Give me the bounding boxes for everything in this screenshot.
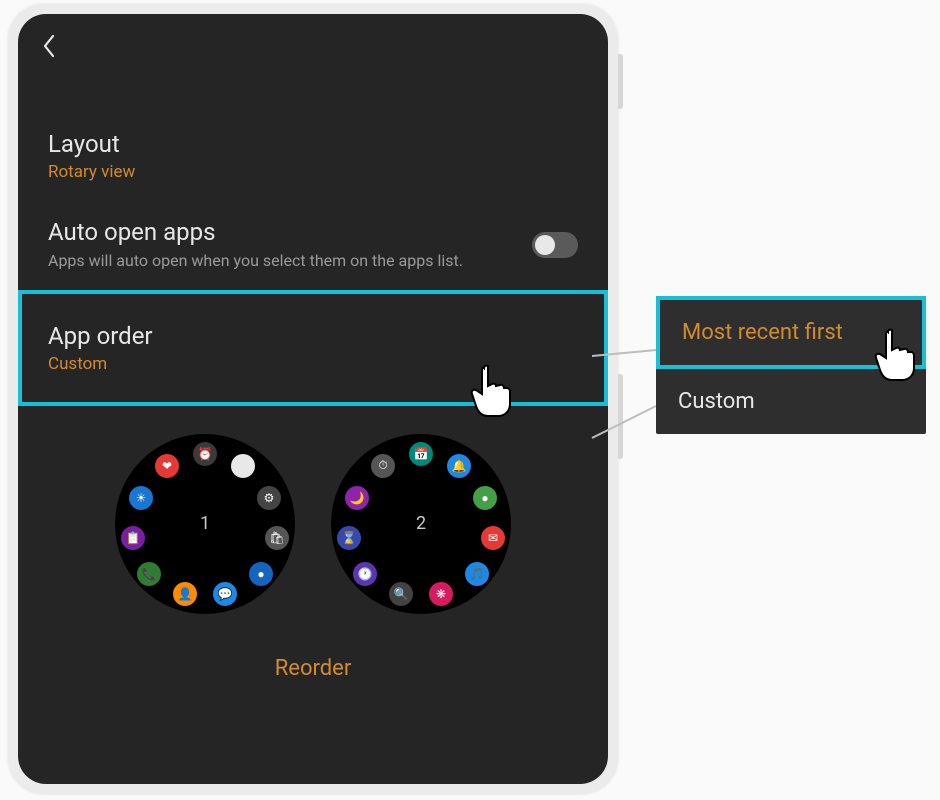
app-order-setting-row[interactable]: App order Custom <box>18 290 608 406</box>
watch-face-1[interactable]: 1 ⏰ ⚙ 🛍 ● 💬 👤 📞 📋 ☀ ❤ <box>115 434 295 614</box>
app-icon: ⌛ <box>337 526 361 550</box>
auto-open-toggle[interactable] <box>532 232 578 258</box>
app-icon: ● <box>473 486 497 510</box>
auto-open-setting-row[interactable]: Auto open apps Apps will auto open when … <box>18 200 608 290</box>
phone-frame: Layout Rotary view Auto open apps Apps w… <box>8 4 618 794</box>
app-icon: 📞 <box>137 562 161 586</box>
app-icon: ✉ <box>481 526 505 550</box>
app-icon: 🕐 <box>353 562 377 586</box>
app-icon: 🔔 <box>447 454 471 478</box>
auto-open-desc: Apps will auto open when you select them… <box>48 250 516 272</box>
app-order-popup: Most recent first Custom <box>656 296 926 434</box>
app-icon: ⏱ <box>371 454 395 478</box>
watch-face-2[interactable]: 2 📅 🔔 ● ✉ 🎵 ❋ 🔍 🕐 ⌛ 🌙 ⏱ <box>331 434 511 614</box>
phone-screen: Layout Rotary view Auto open apps Apps w… <box>18 14 608 784</box>
app-icon: 💬 <box>213 582 237 606</box>
watch-layouts-preview: 1 ⏰ ⚙ 🛍 ● 💬 👤 📞 📋 ☀ ❤ 2 📅 🔔 <box>18 406 608 632</box>
pointer-hand-icon <box>466 364 514 420</box>
phone-side-button <box>618 374 623 459</box>
watch-page-label: 1 <box>200 513 210 534</box>
header <box>18 14 608 72</box>
app-order-title: App order <box>48 322 578 350</box>
app-icon: 🛍 <box>265 526 289 550</box>
app-icon: ❤ <box>155 454 179 478</box>
chevron-left-icon <box>42 34 56 58</box>
app-icon: 📋 <box>121 526 145 550</box>
settings-list: Layout Rotary view Auto open apps Apps w… <box>18 72 608 689</box>
back-button[interactable] <box>42 34 584 62</box>
reorder-label: Reorder <box>275 656 352 681</box>
app-icon: 👤 <box>173 582 197 606</box>
auto-open-title: Auto open apps <box>48 218 516 246</box>
watch-page-label: 2 <box>416 513 426 534</box>
app-icon: ☀ <box>129 486 153 510</box>
app-icon: 🔍 <box>389 582 413 606</box>
app-icon: ⏰ <box>193 442 217 466</box>
app-icon: 🌙 <box>345 486 369 510</box>
phone-side-button <box>618 54 623 109</box>
pointer-hand-icon <box>870 328 918 384</box>
reorder-button[interactable]: Reorder <box>18 632 608 689</box>
app-icon: 🎵 <box>465 562 489 586</box>
app-icon <box>231 454 255 478</box>
app-icon: ⚙ <box>257 486 281 510</box>
layout-setting-row[interactable]: Layout Rotary view <box>18 112 608 200</box>
layout-value: Rotary view <box>48 162 578 182</box>
app-icon: ❋ <box>429 582 453 606</box>
app-icon: 📅 <box>409 442 433 466</box>
toggle-knob <box>535 235 555 255</box>
app-icon: ● <box>249 562 273 586</box>
layout-title: Layout <box>48 130 578 158</box>
